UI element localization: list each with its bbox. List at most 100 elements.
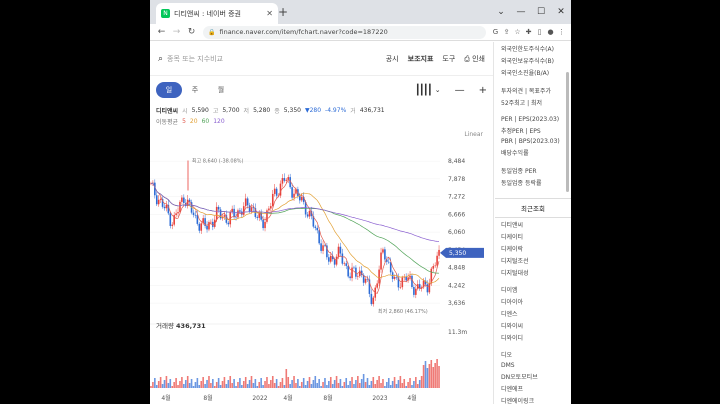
recent-item[interactable]: 디케이락 [495, 242, 571, 254]
ma-5[interactable]: 5 [182, 118, 186, 125]
google-icon[interactable]: G [490, 28, 501, 36]
volume-bar [418, 380, 421, 388]
volume-bar [184, 380, 187, 388]
candle-body [299, 196, 301, 201]
max-annotation: 최고 8,640 (-38.08%) [192, 158, 244, 165]
volume-bar [258, 382, 261, 388]
new-tab-icon[interactable]: + [278, 5, 288, 19]
recent-item[interactable]: 디엔에이링크 [495, 394, 571, 404]
candle-body [426, 284, 429, 293]
industry-item: 동일업종 PER [501, 167, 537, 175]
extensions-icon[interactable]: ✚ [523, 28, 534, 36]
zoom-out-icon[interactable]: — [455, 85, 465, 96]
volume-bar [347, 385, 349, 388]
close-tab-icon[interactable]: ✕ [266, 9, 273, 18]
high-label: 고 [212, 107, 219, 115]
volume-bar [299, 386, 301, 388]
volume-bar [173, 382, 175, 388]
compare-search-input[interactable]: 종목 또는 지수비교 [167, 54, 377, 64]
recent-item[interactable]: 디엔스 [495, 307, 571, 319]
volume-bar [202, 377, 204, 388]
recent-item[interactable]: 디이엠 [495, 283, 571, 295]
volume-bar [273, 383, 276, 388]
recent-item[interactable]: 디엔에프 [495, 382, 571, 394]
recent-item[interactable]: DN오토모티브 [495, 370, 571, 382]
sidepanel-icon[interactable]: ▯ [534, 28, 545, 36]
volume-bar [219, 385, 222, 388]
candle-body [239, 210, 241, 212]
recent-item[interactable]: DMS [495, 360, 571, 370]
browser-tab[interactable]: N 디티앤씨 : 네이버 증권 ✕ [156, 3, 278, 24]
reload-icon[interactable]: ↻ [184, 27, 199, 37]
recent-item[interactable]: 디오 [495, 348, 571, 360]
scrollbar[interactable] [566, 72, 569, 192]
candle-body [432, 266, 435, 269]
indicators-button[interactable]: 보조지표 [408, 54, 434, 64]
candle-body [171, 224, 174, 226]
ma120-line [150, 182, 440, 242]
profile-avatar-icon[interactable]: ● [545, 28, 556, 36]
volume-bar [384, 386, 386, 388]
volume-bar [329, 377, 332, 388]
low-label: 저 [243, 107, 250, 115]
period-day-button[interactable]: 일 [156, 82, 182, 98]
volume-bar [159, 377, 162, 388]
candle-body [279, 183, 282, 196]
back-icon[interactable]: ← [154, 27, 169, 37]
y-tick-label: 8,484 [448, 158, 465, 165]
candle-body [314, 226, 317, 228]
candle-body [179, 201, 181, 213]
url-field[interactable]: 🔒 finance.naver.com/item/fchart.naver?co… [203, 25, 486, 39]
forward-icon[interactable]: → [169, 27, 184, 37]
minimize-icon[interactable]: — [511, 0, 531, 24]
candle-body [318, 230, 320, 244]
period-week-button[interactable]: 주 [182, 82, 208, 98]
volume-bar [382, 379, 384, 388]
chevron-down-icon[interactable]: ⌄ [491, 0, 511, 24]
x-tick-label: 2023 [372, 395, 387, 402]
close-window-icon[interactable]: ✕ [551, 0, 571, 24]
search-icon[interactable]: ⌕ [158, 54, 163, 64]
recent-item[interactable]: 디지털조선 [495, 254, 571, 266]
bookmark-star-icon[interactable]: ☆ [512, 28, 523, 36]
maximize-icon[interactable]: ☐ [531, 0, 551, 24]
candle-body [436, 255, 438, 266]
volume-bar [163, 380, 166, 388]
chevron-down-icon[interactable]: ⌄ [435, 86, 441, 94]
volume-bar [291, 380, 293, 388]
menu-icon[interactable]: ⋮ [556, 28, 567, 36]
volume-bar [434, 363, 436, 388]
valuation-item: PER | EPS(2023.03) [501, 115, 560, 123]
candle-body [217, 206, 220, 210]
price-chart[interactable]: 8,4847,8787,2726,6666,0605,4544,8484,242… [150, 138, 494, 404]
ma-20[interactable]: 20 [190, 118, 198, 125]
candle-body [393, 276, 396, 279]
volume-bar [399, 376, 402, 388]
change-pct: -4.97% [325, 106, 347, 114]
volume-bar [152, 382, 154, 388]
recent-item[interactable]: 디티앤씨 [495, 218, 571, 230]
volume-bar [372, 377, 375, 388]
recent-item[interactable]: 디케이티 [495, 230, 571, 242]
ma-120[interactable]: 120 [213, 118, 224, 125]
volume-label-short: 거 [350, 107, 356, 115]
candle-body [157, 199, 160, 205]
share-icon[interactable]: ⇪ [501, 28, 512, 36]
ma-60[interactable]: 60 [202, 118, 210, 125]
candlestick-type-icon[interactable]: ┃┃┃┃ [415, 85, 433, 96]
recent-item[interactable]: 디와이씨 [495, 319, 571, 331]
disclosure-button[interactable]: 공시 [386, 54, 399, 64]
period-month-button[interactable]: 월 [208, 82, 234, 98]
volume-bar [387, 378, 390, 388]
recent-item[interactable]: 디아이아 [495, 295, 571, 307]
print-button[interactable]: ⎙ 인쇄 [464, 54, 485, 64]
recent-item[interactable]: 디와이디 [495, 331, 571, 343]
scale-mode-toggle[interactable]: Linear [464, 131, 483, 138]
tools-button[interactable]: 도구 [442, 54, 455, 64]
foreign-ownership-item: 외국인소진율(B/A) [501, 69, 550, 77]
recent-item[interactable]: 디지털대성 [495, 266, 571, 278]
candle-body [264, 221, 266, 229]
zoom-in-icon[interactable]: + [479, 85, 487, 96]
volume-bar [235, 386, 237, 388]
candle-body [353, 267, 355, 269]
